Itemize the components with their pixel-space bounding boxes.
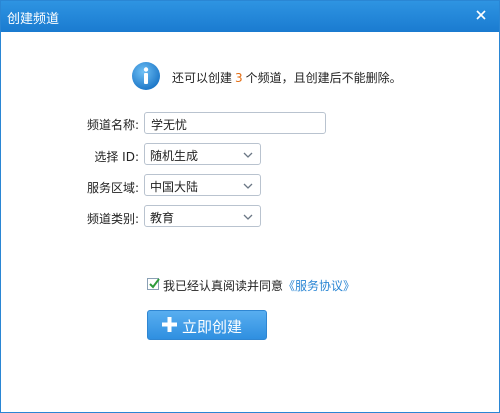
channel-id-label: 选择 ID: bbox=[94, 150, 139, 164]
agreement-text: 我已经认真阅读并同意《服务协议》 bbox=[163, 277, 355, 294]
channel-name-input[interactable]: 学无忧 bbox=[144, 112, 326, 134]
agreement-statement: 我已经认真阅读并同意 bbox=[163, 279, 284, 293]
close-icon bbox=[476, 10, 486, 20]
channel-category-label: 频道类别: bbox=[86, 212, 139, 226]
chevron-down-icon bbox=[243, 152, 253, 158]
checkmark-icon bbox=[149, 278, 160, 289]
chevron-down-icon bbox=[243, 214, 253, 220]
channel-category-select[interactable]: 教育 bbox=[144, 205, 261, 227]
service-region-select[interactable]: 中国大陆 bbox=[144, 174, 261, 196]
channel-id-value: 随机生成 bbox=[150, 149, 199, 163]
channel-name-label: 频道名称: bbox=[86, 118, 139, 132]
create-button-label: 立即创建 bbox=[182, 318, 243, 336]
chevron-down-icon bbox=[243, 183, 253, 189]
title-bar[interactable]: 创建频道 bbox=[1, 1, 499, 32]
channel-category-value: 教育 bbox=[150, 211, 175, 225]
info-icon bbox=[132, 62, 160, 90]
window-title: 创建频道 bbox=[7, 12, 60, 27]
create-channel-dialog: 创建频道 还可以创建 3 个频道，且创建后不能删除。 频道名称: 学无忧 选择 ID… bbox=[0, 0, 500, 413]
service-region-value: 中国大陆 bbox=[150, 180, 199, 194]
info-prefix: 还可以创建 bbox=[172, 71, 233, 85]
close-button[interactable] bbox=[471, 6, 491, 26]
service-region-label: 服务区域: bbox=[86, 181, 139, 195]
create-now-button[interactable]: 立即创建 bbox=[147, 310, 267, 340]
agreement-checkbox[interactable] bbox=[147, 278, 160, 290]
info-text: 还可以创建 3 个频道，且创建后不能删除。 bbox=[172, 69, 402, 86]
info-suffix: 个频道，且创建后不能删除。 bbox=[245, 71, 402, 85]
plus-icon bbox=[162, 317, 177, 332]
service-agreement-link[interactable]: 《服务协议》 bbox=[283, 279, 355, 293]
channel-id-select[interactable]: 随机生成 bbox=[144, 143, 261, 165]
remaining-count: 3 bbox=[235, 71, 243, 85]
